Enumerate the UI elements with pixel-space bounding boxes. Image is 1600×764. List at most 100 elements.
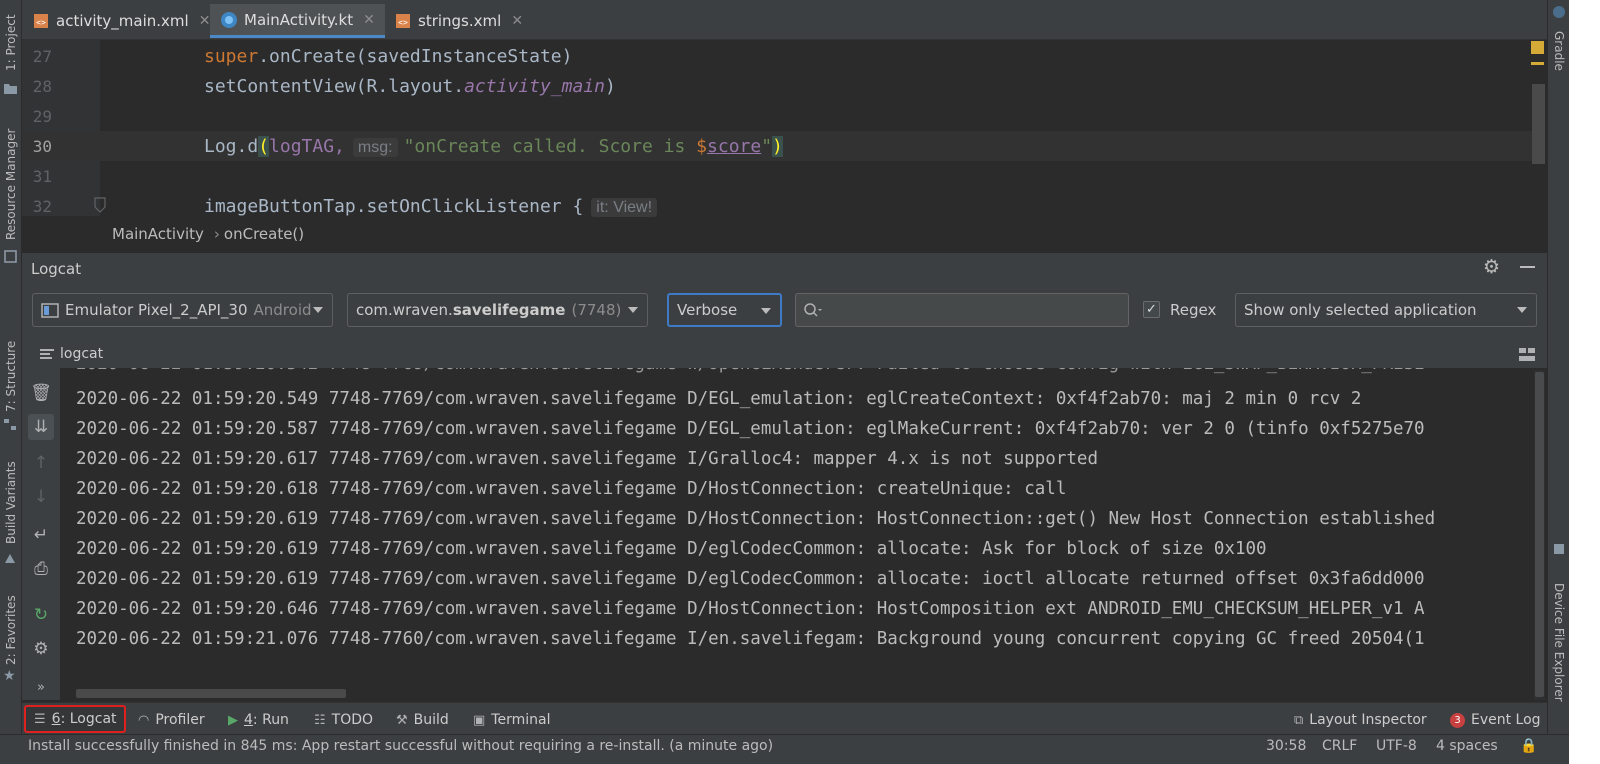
more-icon[interactable]: » <box>28 674 54 700</box>
chevron-down-icon <box>628 307 638 313</box>
code-line[interactable]: 27 super.onCreate(savedInstanceState) <box>22 41 1532 71</box>
code-line[interactable]: 29 <box>22 101 1532 131</box>
up-arrow-icon[interactable]: ↑ <box>28 450 54 476</box>
todo-tool-button[interactable]: ☷ TODO <box>314 708 373 732</box>
scroll-to-end-icon[interactable]: ⇊ <box>28 414 54 440</box>
log-line: 2020-06-22 01:59:20.587 7748-7769/com.wr… <box>76 419 1425 439</box>
caret-position[interactable]: 30:58 <box>1266 738 1306 754</box>
down-arrow-icon[interactable]: ↓ <box>28 484 54 510</box>
regex-checkbox[interactable]: ✓ <box>1143 301 1160 318</box>
xml-file-icon: <> <box>394 12 412 30</box>
process-pid: (7748) <box>571 301 622 319</box>
code-token: ( <box>258 135 270 157</box>
tab-label: MainActivity.kt <box>244 10 354 29</box>
warning-marker[interactable] <box>1531 41 1544 54</box>
log-line: 2020-06-22 01:59:20.619 7748-7769/com.wr… <box>76 569 1425 589</box>
favorites-tool-tab[interactable]: 2: Favorites <box>2 590 20 670</box>
hammer-icon: ⚒ <box>396 712 408 728</box>
layout-icon[interactable] <box>1518 347 1536 363</box>
file-encoding[interactable]: UTF-8 <box>1376 738 1417 754</box>
build-tool-button[interactable]: ⚒ Build <box>396 708 449 732</box>
play-icon: ▶ <box>228 712 238 728</box>
breadcrumb-method[interactable]: onCreate() <box>224 225 304 243</box>
indent-setting[interactable]: 4 spaces <box>1436 738 1498 754</box>
tab-main-activity-kt[interactable]: MainActivity.kt ✕ <box>210 4 385 38</box>
gear-icon[interactable]: ⚙ <box>1483 256 1505 278</box>
line-number: 30 <box>32 136 52 156</box>
build-variants-tool-tab[interactable]: Build Variants <box>2 455 20 550</box>
lock-icon[interactable]: 🔒 <box>1520 738 1537 754</box>
restart-icon[interactable]: ↻ <box>28 602 54 628</box>
log-level-selector[interactable]: Verbose <box>667 293 782 327</box>
profiler-label: Profiler <box>155 712 205 728</box>
breadcrumb-class[interactable]: MainActivity <box>112 225 204 243</box>
logcat-side-toolbar: 🗑 ⇊ ↑ ↓ ↵ ⎙ ↻ ⚙ » <box>22 368 60 700</box>
log-line: 2020-06-22 01:59:20.646 7748-7769/com.wr… <box>76 599 1425 619</box>
run-tool-button[interactable]: ▶ 4: Run <box>228 708 289 732</box>
log-line: 2020-06-22 01:59:20.619 7748-7769/com.wr… <box>76 539 1267 559</box>
code-line[interactable]: 31 <box>22 161 1532 191</box>
logcat-tool-button[interactable]: ☰ 6: Logcat <box>24 705 126 733</box>
line-number: 29 <box>32 106 52 126</box>
fold-icon[interactable] <box>94 197 106 213</box>
logcat-view-tab[interactable]: logcat <box>22 340 1547 368</box>
resource-manager-tool-tab[interactable]: Resource Manager <box>2 120 20 248</box>
device-explorer-icon <box>1554 544 1564 554</box>
profiler-tool-button[interactable]: ◠ Profiler <box>138 708 205 732</box>
close-tab-icon[interactable]: ✕ <box>199 13 211 29</box>
inspector-icon: ⧉ <box>1294 712 1304 728</box>
build-label: Build <box>413 712 449 728</box>
structure-icon <box>4 419 16 430</box>
tab-activity-main-xml[interactable]: <> activity_main.xml ✕ <box>22 4 220 38</box>
settings-icon[interactable]: ⚙ <box>28 636 54 662</box>
structure-tab-label: 7: Structure <box>4 340 18 412</box>
line-separator[interactable]: CRLF <box>1322 738 1357 754</box>
trash-icon[interactable]: 🗑 <box>28 380 54 406</box>
log-horizontal-scrollbar[interactable] <box>76 689 346 698</box>
xml-file-icon: <> <box>32 12 50 30</box>
search-input[interactable] <box>795 293 1129 327</box>
code-line[interactable]: 32 imageButtonTap.setOnClickListener {it… <box>22 191 1532 221</box>
editor-scrollbar[interactable] <box>1532 84 1545 164</box>
line-number: 28 <box>32 76 52 96</box>
logcat-output[interactable]: 2020-06-22 01:59:20.542 7748-7769/com.wr… <box>60 368 1547 700</box>
event-log-tool-button[interactable]: 3 Event Log <box>1450 708 1541 732</box>
tab-strings-xml[interactable]: <> strings.xml ✕ <box>384 4 533 38</box>
build-variants-tab-label: Build Variants <box>4 461 18 544</box>
minimize-icon[interactable] <box>1520 266 1535 268</box>
code-token: Log.d <box>204 135 259 157</box>
chevron-down-icon <box>1517 307 1527 313</box>
build-variants-icon <box>5 554 15 563</box>
terminal-label: Terminal <box>491 712 551 728</box>
device-selector[interactable]: Emulator Pixel_2_API_30 Android <box>32 293 333 327</box>
event-log-label: Event Log <box>1471 712 1541 728</box>
run-shortcut-number: 4 <box>244 712 253 728</box>
warning-stripe[interactable] <box>1531 62 1544 65</box>
code-line-current[interactable]: 30 Log.d(logTAG, msg: "onCreate called. Sc… <box>22 131 1532 161</box>
print-icon[interactable]: ⎙ <box>28 556 54 582</box>
device-file-explorer-tool-tab[interactable]: Device File Explorer <box>1550 560 1568 725</box>
logcat-list-icon <box>40 349 54 359</box>
status-message[interactable]: Install successfully finished in 845 ms:… <box>28 738 773 754</box>
svg-text:<>: <> <box>398 18 408 27</box>
layout-inspector-tool-button[interactable]: ⧉ Layout Inspector <box>1294 708 1427 732</box>
gradle-tool-tab[interactable]: Gradle <box>1550 24 1568 78</box>
status-bar: Install successfully finished in 845 ms:… <box>0 734 1569 764</box>
code-editor[interactable]: 27 super.onCreate(savedInstanceState) 28… <box>22 40 1547 217</box>
code-line[interactable]: 28 setContentView(R.layout.activity_main… <box>22 71 1532 101</box>
project-tool-tab[interactable]: 1: Project <box>2 8 20 78</box>
process-selector[interactable]: com.wraven. savelifegame (7748) <box>347 293 648 327</box>
close-tab-icon[interactable]: ✕ <box>363 12 375 28</box>
close-tab-icon[interactable]: ✕ <box>511 13 523 29</box>
device-icon <box>41 302 59 318</box>
structure-tool-tab[interactable]: 7: Structure <box>2 336 20 416</box>
log-scroll-thumb[interactable] <box>1535 372 1544 697</box>
kotlin-file-icon <box>220 11 238 29</box>
code-token: super <box>204 45 259 67</box>
filter-value: Show only selected application <box>1244 301 1477 319</box>
terminal-tool-button[interactable]: ▣ Terminal <box>473 708 550 732</box>
chevron-down-icon <box>761 308 771 314</box>
favorites-tab-label: 2: Favorites <box>4 595 18 665</box>
soft-wrap-icon[interactable]: ↵ <box>28 522 54 548</box>
filter-selector[interactable]: Show only selected application <box>1235 293 1537 327</box>
